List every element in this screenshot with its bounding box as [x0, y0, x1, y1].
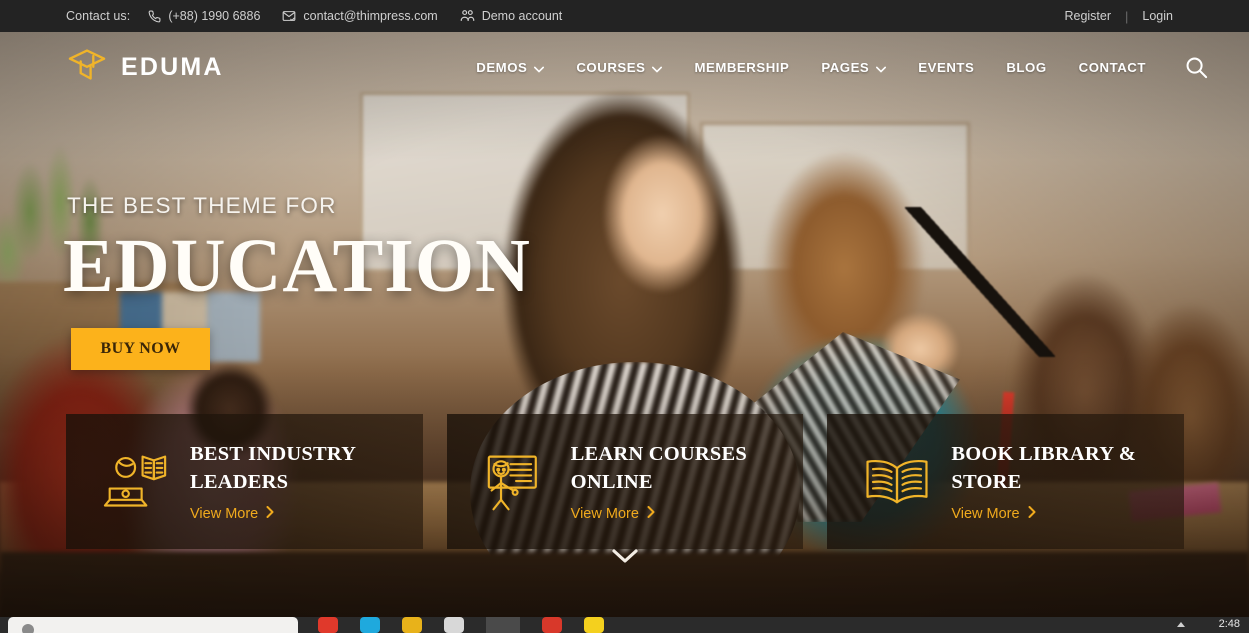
chevron-right-icon [647, 505, 655, 522]
nav-item-courses[interactable]: COURSES [560, 59, 678, 76]
nav-label-demos: DEMOS [476, 59, 528, 75]
feature-title: BOOK LIBRARY & STORE [951, 443, 1137, 493]
envelope-check-icon [282, 9, 296, 23]
search-icon[interactable] [1184, 55, 1209, 80]
view-more-link[interactable]: View More [190, 505, 420, 522]
taskbar-icon-1[interactable] [318, 617, 338, 633]
feature-card-book-library-store[interactable]: BOOK LIBRARY & STORE View More [827, 414, 1185, 549]
main-navigation: DEMOS COURSES MEMBERSHIP PAGES EVENTS BL… [460, 59, 1162, 76]
taskbar-show-hidden-icons[interactable] [1177, 622, 1185, 627]
topbar-contact-group: Contact us: (+88) 1990 6886 contact@thim… [66, 9, 584, 23]
feature-card-learn-courses-online[interactable]: LEARN COURSES ONLINE View More [446, 414, 804, 549]
taskbar-icon-2[interactable] [360, 617, 380, 633]
chevron-down-icon [534, 61, 545, 76]
chevron-down-icon [876, 61, 887, 76]
feature-body: BOOK LIBRARY & STORE View More [941, 441, 1181, 521]
top-contact-bar: Contact us: (+88) 1990 6886 contact@thim… [0, 0, 1249, 32]
view-more-label: View More [190, 505, 259, 522]
demo-account-label: Demo account [481, 9, 563, 23]
nav-item-contact[interactable]: CONTACT [1063, 60, 1162, 75]
nav-label-courses: COURSES [576, 59, 646, 75]
site-logo[interactable]: EDUMA [66, 47, 224, 88]
taskbar-icon-6[interactable] [584, 617, 604, 633]
view-more-link[interactable]: View More [570, 505, 801, 522]
demo-account-item[interactable]: Demo account [460, 9, 563, 23]
feature-title: BEST INDUSTRY LEADERS [190, 443, 356, 493]
chevron-down-icon [652, 61, 663, 76]
buy-now-button[interactable]: BUY NOW [71, 328, 210, 370]
graduation-cap-icon [66, 47, 108, 88]
nav-item-demos[interactable]: DEMOS [460, 59, 560, 76]
taskbar-icon-active[interactable] [486, 617, 520, 633]
nav-item-membership[interactable]: MEMBERSHIP [678, 60, 805, 75]
hero-content: THE BEST THEME FOR EDUCATION BUY NOW BES… [0, 32, 1249, 617]
nav-item-events[interactable]: EVENTS [902, 60, 990, 75]
login-link[interactable]: Login [1128, 9, 1187, 23]
nav-label-blog: BLOG [1006, 59, 1047, 75]
taskbar-icon-5[interactable] [542, 617, 562, 633]
nav-label-contact: CONTACT [1078, 59, 1146, 75]
feature-boxes: BEST INDUSTRY LEADERS View More LEARN CO… [66, 414, 1185, 549]
nav-item-pages[interactable]: PAGES [805, 59, 902, 76]
logo-text: EDUMA [121, 52, 224, 81]
os-taskbar: 2:48 [0, 617, 1249, 633]
scroll-down-chevron-icon[interactable] [611, 548, 639, 569]
topbar-account-group: Register | Login [1050, 9, 1187, 24]
nav-item-blog[interactable]: BLOG [990, 60, 1062, 75]
nav-label-membership: MEMBERSHIP [694, 59, 790, 75]
email-contact-item[interactable]: contact@thimpress.com [282, 9, 438, 23]
person-laptop-book-icon [92, 451, 180, 513]
hero-subtitle: THE BEST THEME FOR [67, 193, 337, 218]
taskbar-browser-window[interactable] [8, 617, 298, 633]
site-header: EDUMA DEMOS COURSES MEMBERSHIP PAGES EVE… [0, 32, 1249, 102]
taskbar-clock[interactable]: 2:48 [1219, 618, 1240, 630]
phone-number: (+88) 1990 6886 [168, 9, 261, 23]
view-more-link[interactable]: View More [951, 505, 1181, 522]
phone-contact-item[interactable]: (+88) 1990 6886 [148, 9, 260, 23]
view-more-label: View More [951, 505, 1020, 522]
browser-page: Contact us: (+88) 1990 6886 contact@thim… [0, 0, 1249, 633]
contact-us-label: Contact us: [66, 9, 131, 23]
nav-label-events: EVENTS [918, 59, 975, 75]
feature-title: LEARN COURSES ONLINE [570, 443, 747, 493]
feature-card-best-industry-leaders[interactable]: BEST INDUSTRY LEADERS View More [66, 414, 423, 549]
nav-label-pages: PAGES [821, 59, 870, 75]
chevron-right-icon [266, 505, 274, 522]
taskbar-window-favicon [22, 624, 34, 633]
hero-title: EDUCATION [63, 224, 531, 308]
teacher-whiteboard-icon [473, 451, 561, 513]
register-link[interactable]: Register [1050, 9, 1125, 23]
feature-body: LEARN COURSES ONLINE View More [561, 441, 801, 521]
email-address: contact@thimpress.com [303, 9, 438, 23]
phone-icon [148, 10, 161, 23]
taskbar-icon-group [318, 617, 604, 633]
users-icon [460, 9, 475, 23]
taskbar-icon-3[interactable] [402, 617, 422, 633]
open-book-icon [853, 453, 941, 511]
taskbar-icon-4[interactable] [444, 617, 464, 633]
feature-body: BEST INDUSTRY LEADERS View More [180, 441, 420, 521]
chevron-right-icon [1028, 505, 1036, 522]
view-more-label: View More [570, 505, 639, 522]
